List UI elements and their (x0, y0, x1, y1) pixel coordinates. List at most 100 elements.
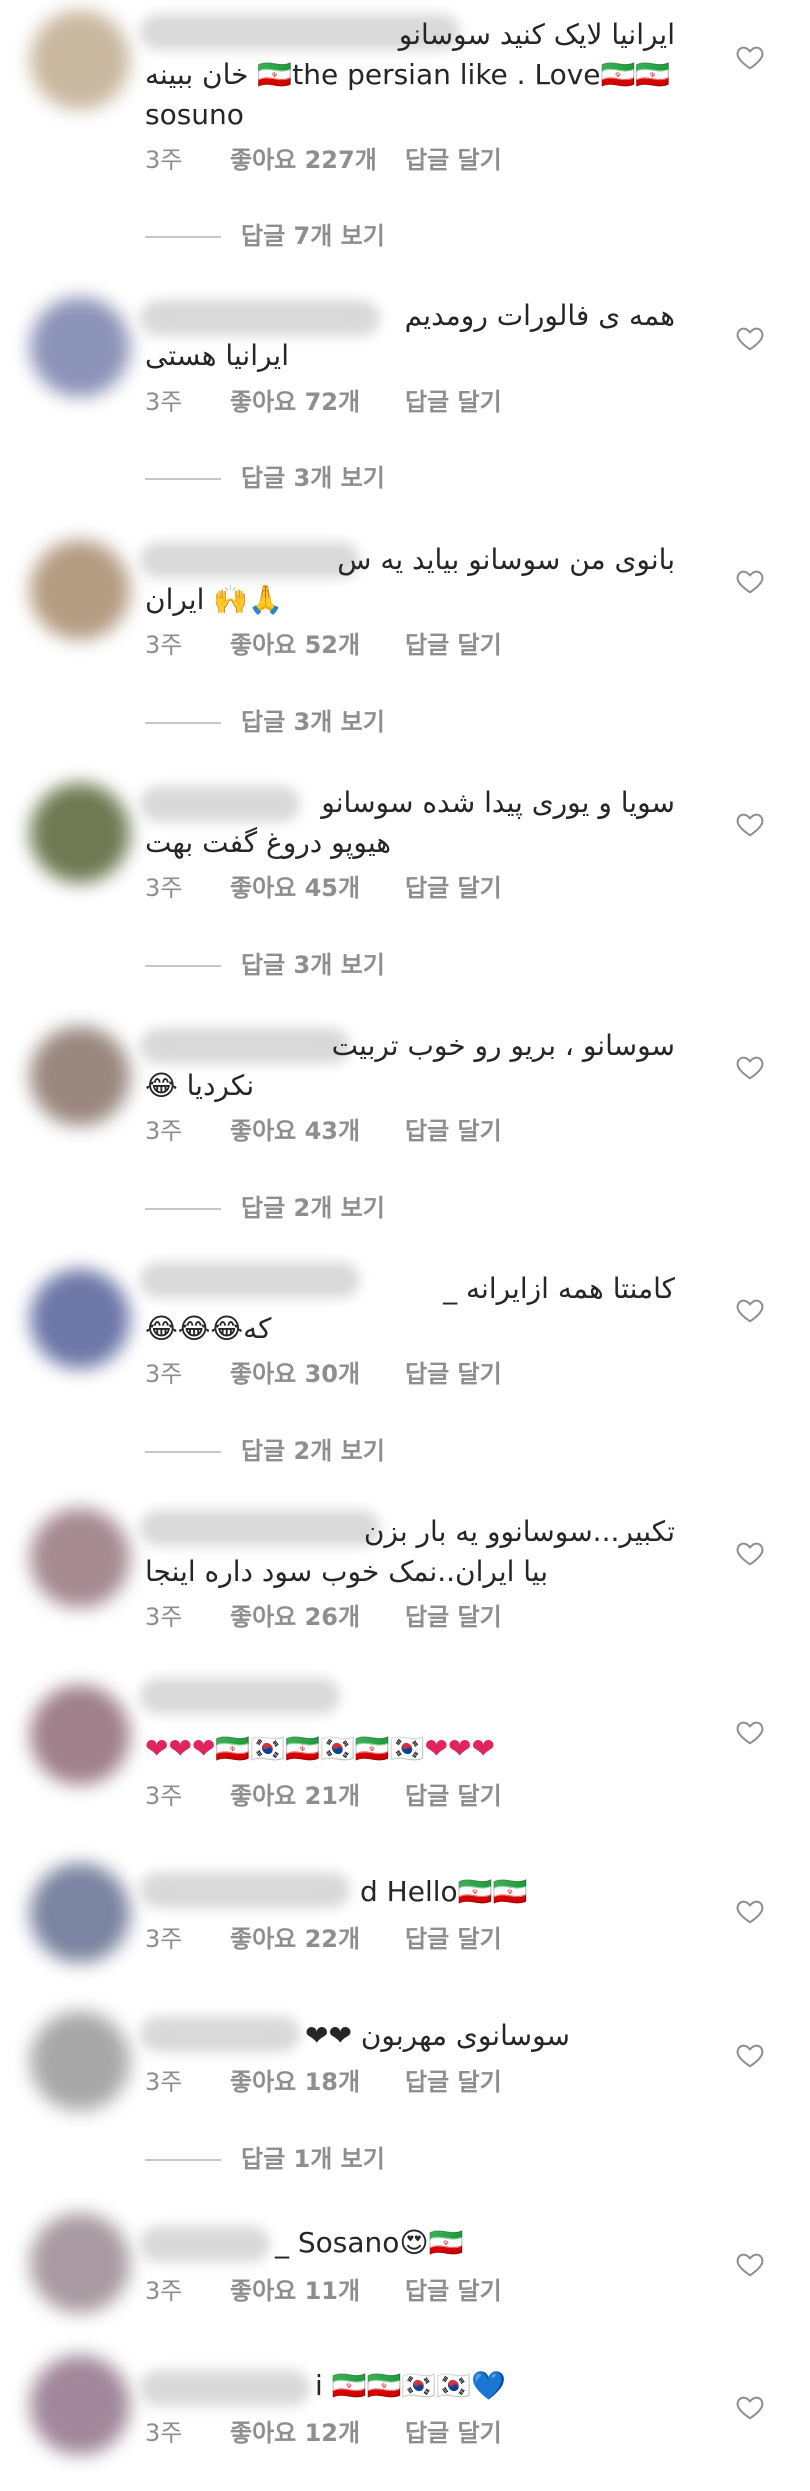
comment-text-line2: ایران 🙌🙏 (145, 583, 284, 616)
reply-button[interactable]: 답글 달기 (405, 2274, 502, 2308)
reply-button[interactable]: 답글 달기 (405, 1357, 502, 1391)
reply-button[interactable]: 답글 달기 (405, 2065, 502, 2099)
avatar[interactable] (30, 10, 130, 110)
comment-likes[interactable]: 좋아요 52개 (230, 628, 405, 662)
comment-time: 3주 (145, 1925, 183, 1953)
avatar[interactable] (30, 2011, 130, 2111)
comment-time: 3주 (145, 1782, 183, 1810)
divider (145, 965, 221, 967)
avatar[interactable] (30, 1863, 130, 1963)
avatar[interactable] (30, 540, 130, 640)
comment-meta: 3주 좋아요 26개 답글 달기 (145, 1600, 502, 1634)
reply-button[interactable]: 답글 달기 (405, 1779, 502, 1813)
view-replies-button[interactable]: 답글 3개 보기 (145, 461, 385, 495)
comment-time: 3주 (145, 2068, 183, 2096)
username-redacted[interactable] (140, 2016, 300, 2052)
avatar[interactable] (30, 2213, 130, 2313)
heart-icon[interactable] (735, 2392, 765, 2422)
avatar[interactable] (30, 783, 130, 883)
divider (145, 236, 221, 238)
comment-time: 3주 (145, 146, 183, 174)
comment-text-line2: نکردیا 😂 (145, 1069, 255, 1102)
username-redacted[interactable] (140, 2370, 310, 2406)
comment-time: 3주 (145, 874, 183, 902)
avatar[interactable] (30, 1026, 130, 1126)
comment-meta: 3주 좋아요 227개 답글 달기 (145, 143, 502, 177)
avatar[interactable] (30, 2355, 130, 2455)
comment-likes[interactable]: 좋아요 11개 (230, 2274, 405, 2308)
view-replies-button[interactable]: 답글 3개 보기 (145, 948, 385, 982)
comment-time: 3주 (145, 2419, 183, 2447)
comment-likes[interactable]: 좋아요 26개 (230, 1600, 405, 1634)
comment-meta: 3주 좋아요 22개 답글 달기 (145, 1922, 502, 1956)
username-redacted[interactable] (140, 2226, 270, 2262)
comment-meta: 3주 좋아요 11개 답글 달기 (145, 2274, 502, 2308)
reply-button[interactable]: 답글 달기 (405, 1922, 502, 1956)
comment-text-line2: ایرانیا هستی (145, 339, 290, 372)
comment-text-line2: بیا ایران..نمک خوب سود داره اینجا (145, 1555, 549, 1588)
comment-meta: 3주 좋아요 21개 답글 달기 (145, 1779, 502, 1813)
heart-icon[interactable] (735, 566, 765, 596)
reply-button[interactable]: 답글 달기 (405, 2416, 502, 2450)
comment-likes[interactable]: 좋아요 227개 (230, 143, 405, 177)
heart-icon[interactable] (735, 809, 765, 839)
divider (145, 478, 221, 480)
avatar[interactable] (30, 1269, 130, 1369)
comment-time: 3주 (145, 631, 183, 659)
view-replies-button[interactable]: 답글 2개 보기 (145, 1191, 385, 1225)
reply-button[interactable]: 답글 달기 (405, 628, 502, 662)
comment-likes[interactable]: 좋아요 45개 (230, 871, 405, 905)
comment-likes[interactable]: 좋아요 30개 (230, 1357, 405, 1391)
comment-text: کامنتا همه ازایرانه _ (443, 1272, 675, 1305)
comment-likes[interactable]: 좋아요 21개 (230, 1779, 405, 1813)
comment-likes[interactable]: 좋아요 22개 (230, 1922, 405, 1956)
heart-icon[interactable] (735, 323, 765, 353)
comment-text: همه ی فالورات رومدیم (404, 299, 675, 332)
comment-meta: 3주 좋아요 45개 답글 달기 (145, 871, 502, 905)
heart-icon[interactable] (735, 42, 765, 72)
comment-meta: 3주 좋아요 43개 답글 달기 (145, 1114, 502, 1148)
reply-button[interactable]: 답글 달기 (405, 143, 502, 177)
comment-text-line2: هیوپو دروغ گفت بهت (145, 826, 392, 859)
divider (145, 2159, 221, 2161)
view-replies-button[interactable]: 답글 3개 보기 (145, 705, 385, 739)
comment-text-line3: sosuno (145, 98, 244, 131)
comment-likes[interactable]: 좋아요 18개 (230, 2065, 405, 2099)
comment-text: سویا و یوری پیدا شده سوسانو (321, 786, 675, 819)
avatar[interactable] (30, 1685, 130, 1785)
heart-icon[interactable] (735, 2249, 765, 2279)
comment-meta: 3주 좋아요 12개 답글 달기 (145, 2416, 502, 2450)
username-redacted[interactable] (140, 1872, 350, 1908)
reply-button[interactable]: 답글 달기 (405, 1600, 502, 1634)
heart-icon[interactable] (735, 2040, 765, 2070)
comment-text: _ Sosano😍🇮🇷 (275, 2226, 464, 2259)
comment-likes[interactable]: 좋아요 12개 (230, 2416, 405, 2450)
view-replies-button[interactable]: 답글 1개 보기 (145, 2142, 385, 2176)
heart-icon[interactable] (735, 1295, 765, 1325)
reply-button[interactable]: 답글 달기 (405, 1114, 502, 1148)
view-replies-button[interactable]: 답글 2개 보기 (145, 1434, 385, 1468)
comment-likes[interactable]: 좋아요 72개 (230, 385, 405, 419)
comment-likes[interactable]: 좋아요 43개 (230, 1114, 405, 1148)
comment-text: بانوی من سوسانو بیاید یه س (337, 543, 675, 576)
avatar[interactable] (30, 1508, 130, 1608)
comment-time: 3주 (145, 2277, 183, 2305)
comment-text: سوسانوی مهربون ❤❤ (305, 2019, 570, 2052)
heart-icon[interactable] (735, 1052, 765, 1082)
reply-button[interactable]: 답글 달기 (405, 385, 502, 419)
divider (145, 1451, 221, 1453)
reply-button[interactable]: 답글 달기 (405, 871, 502, 905)
comment-meta: 3주 좋아요 52개 답글 달기 (145, 628, 502, 662)
comment-text: تکبیر...سوسانوو یه بار بزن (363, 1515, 675, 1548)
heart-icon[interactable] (735, 1538, 765, 1568)
avatar[interactable] (30, 297, 130, 397)
username-redacted[interactable] (140, 1678, 340, 1714)
divider (145, 722, 221, 724)
view-replies-button[interactable]: 답글 7개 보기 (145, 219, 385, 253)
heart-icon[interactable] (735, 1717, 765, 1747)
heart-icon[interactable] (735, 1896, 765, 1926)
comment-meta: 3주 좋아요 72개 답글 달기 (145, 385, 502, 419)
comment-text-line2: که😂😂😂 (145, 1312, 272, 1345)
comment-time: 3주 (145, 1603, 183, 1631)
comment-text-line2: خان ببینه 🇮🇷the persian like . Love🇮🇷🇮🇷 (145, 58, 671, 91)
